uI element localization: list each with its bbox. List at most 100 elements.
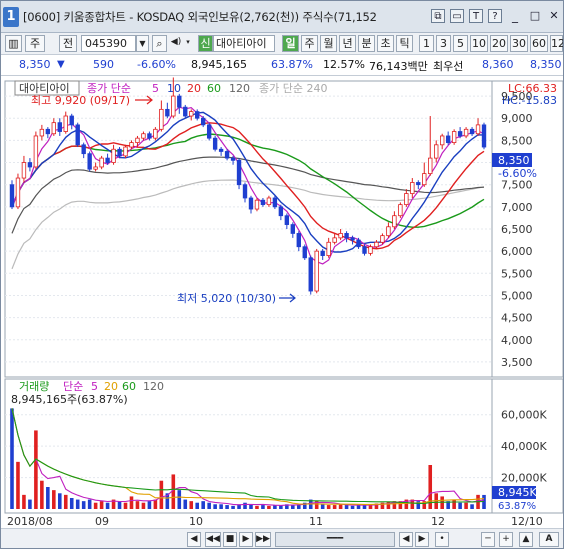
collapse-icon[interactable]: ▲ [519, 532, 533, 547]
last-volume-label: 8,945K [498, 486, 537, 499]
dot-icon[interactable]: • [435, 532, 449, 547]
current-price: 8,350 [19, 58, 51, 71]
interval-10-button[interactable]: 10 [470, 35, 488, 52]
maximize-icon[interactable]: □ [527, 9, 543, 23]
candle-body [99, 157, 104, 168]
close-icon[interactable]: ✕ [546, 9, 562, 23]
stock-code-input[interactable]: 045390 [81, 35, 136, 52]
volume-bar [28, 499, 32, 509]
candle-body [224, 151, 230, 159]
volume-bar [135, 501, 140, 509]
candle-body [206, 124, 212, 139]
play-icon[interactable]: ▶ [239, 532, 253, 547]
candle-body [410, 182, 415, 194]
vol-ma20-label: 20 [104, 380, 118, 393]
volume-bar [350, 505, 355, 509]
candle-body [332, 237, 337, 243]
scroll-right-fast-icon[interactable]: ▶▶ [255, 532, 271, 547]
period-minute-button[interactable]: 분 [358, 35, 375, 52]
candle-body [457, 131, 463, 137]
best-bid-price: 8,350 [530, 58, 562, 71]
zoom-in-icon[interactable]: + [499, 532, 513, 547]
scroll-start-icon[interactable]: ◀ [187, 532, 201, 547]
interval-12-button[interactable]: 12 [550, 35, 563, 52]
candle-body [398, 204, 403, 217]
vol-ma5-label: 5 [91, 380, 98, 393]
candle-body [314, 250, 319, 292]
chevron-down-icon[interactable]: ▼ [136, 35, 149, 52]
candle-body [326, 241, 331, 256]
market-select[interactable]: 주 [25, 35, 45, 52]
candle-body [39, 128, 45, 137]
price-tick-label: 9,000 [501, 112, 533, 125]
x-label-3: 11 [309, 515, 323, 528]
ma10-label: 10 [167, 82, 181, 95]
candle-body [15, 177, 21, 208]
scroll-left-icon[interactable]: ◀ [399, 532, 413, 547]
volume-bar [332, 505, 337, 509]
stop-icon[interactable]: ■ [223, 532, 237, 547]
price-tick-label: 4,000 [501, 334, 533, 347]
dropdown-icon[interactable]: ▾ [183, 35, 193, 52]
candle-body [338, 233, 343, 239]
candle-body [451, 131, 457, 143]
candle-body [422, 173, 427, 186]
interval-3-button[interactable]: 3 [436, 35, 451, 52]
price-tick-label: 7,500 [501, 179, 533, 192]
volume-bar [99, 501, 104, 509]
volume-bar [201, 501, 205, 509]
volume-bar [267, 505, 271, 509]
interval-30-button[interactable]: 30 [510, 35, 528, 52]
price-tick-label: 5,000 [501, 289, 533, 302]
minimize-icon[interactable]: _ [507, 9, 523, 23]
stock-name-field[interactable]: 대아티아이 [213, 35, 275, 52]
interval-5-button[interactable]: 5 [453, 35, 468, 52]
period-weekly-button[interactable]: 주 [301, 35, 318, 52]
volume-bar [63, 494, 68, 509]
last-change-label: -6.60% [498, 167, 537, 180]
volume-bar [105, 502, 110, 509]
scroll-right-icon[interactable]: ▶ [415, 532, 429, 547]
interval-60-button[interactable]: 60 [530, 35, 548, 52]
volume-bar [243, 502, 247, 509]
period-daily-button[interactable]: 일 [282, 35, 299, 52]
period-second-button[interactable]: 초 [377, 35, 394, 52]
period-monthly-button[interactable]: 월 [320, 35, 337, 52]
candle-body [445, 135, 451, 143]
volume-bar [57, 493, 62, 509]
help-icon[interactable]: ? [488, 9, 502, 23]
candle-body [344, 233, 349, 239]
volume-bar [22, 494, 26, 509]
new-badge[interactable]: 신 [198, 35, 213, 52]
minimize-box-icon[interactable]: ▭ [450, 9, 464, 23]
candle-body [254, 199, 260, 210]
volume-bar [291, 505, 295, 509]
scroll-left-fast-icon[interactable]: ◀◀ [205, 532, 221, 547]
text-icon[interactable]: T [469, 9, 483, 23]
code-prefix-button[interactable]: 전 [59, 35, 77, 52]
chart-type-icon[interactable]: ▥ [5, 35, 22, 52]
last-volume-ratio: 63.87% [498, 501, 536, 512]
candle-body [123, 146, 128, 157]
candle-body [320, 250, 325, 256]
chart-area[interactable]: 대아티아이 종가 단순 5 10 20 60 120 종가 단순 240 LC:… [1, 77, 563, 517]
ma60-label: 60 [207, 82, 221, 95]
interval-20-button[interactable]: 20 [490, 35, 508, 52]
restore-icon[interactable]: ⧉ [431, 9, 445, 23]
search-icon[interactable]: ⌕ [152, 35, 167, 52]
candle-body [21, 162, 27, 179]
zoom-out-icon[interactable]: ─ [481, 532, 495, 547]
volume-bar [362, 505, 367, 509]
horizontal-scrollbar[interactable]: ━━━ [275, 532, 395, 547]
candle-body [195, 111, 200, 119]
volume-bar [207, 502, 211, 509]
volume-tick-label: 60,000K [501, 409, 547, 422]
period-yearly-button[interactable]: 년 [339, 35, 356, 52]
period-tick-button[interactable]: 틱 [396, 35, 413, 52]
font-size-icon[interactable]: A [539, 532, 559, 547]
candle-body [218, 148, 224, 152]
candle-body [153, 128, 158, 139]
candle-body [296, 233, 301, 248]
sound-icon[interactable]: ◀) [169, 35, 183, 52]
interval-1-button[interactable]: 1 [419, 35, 434, 52]
